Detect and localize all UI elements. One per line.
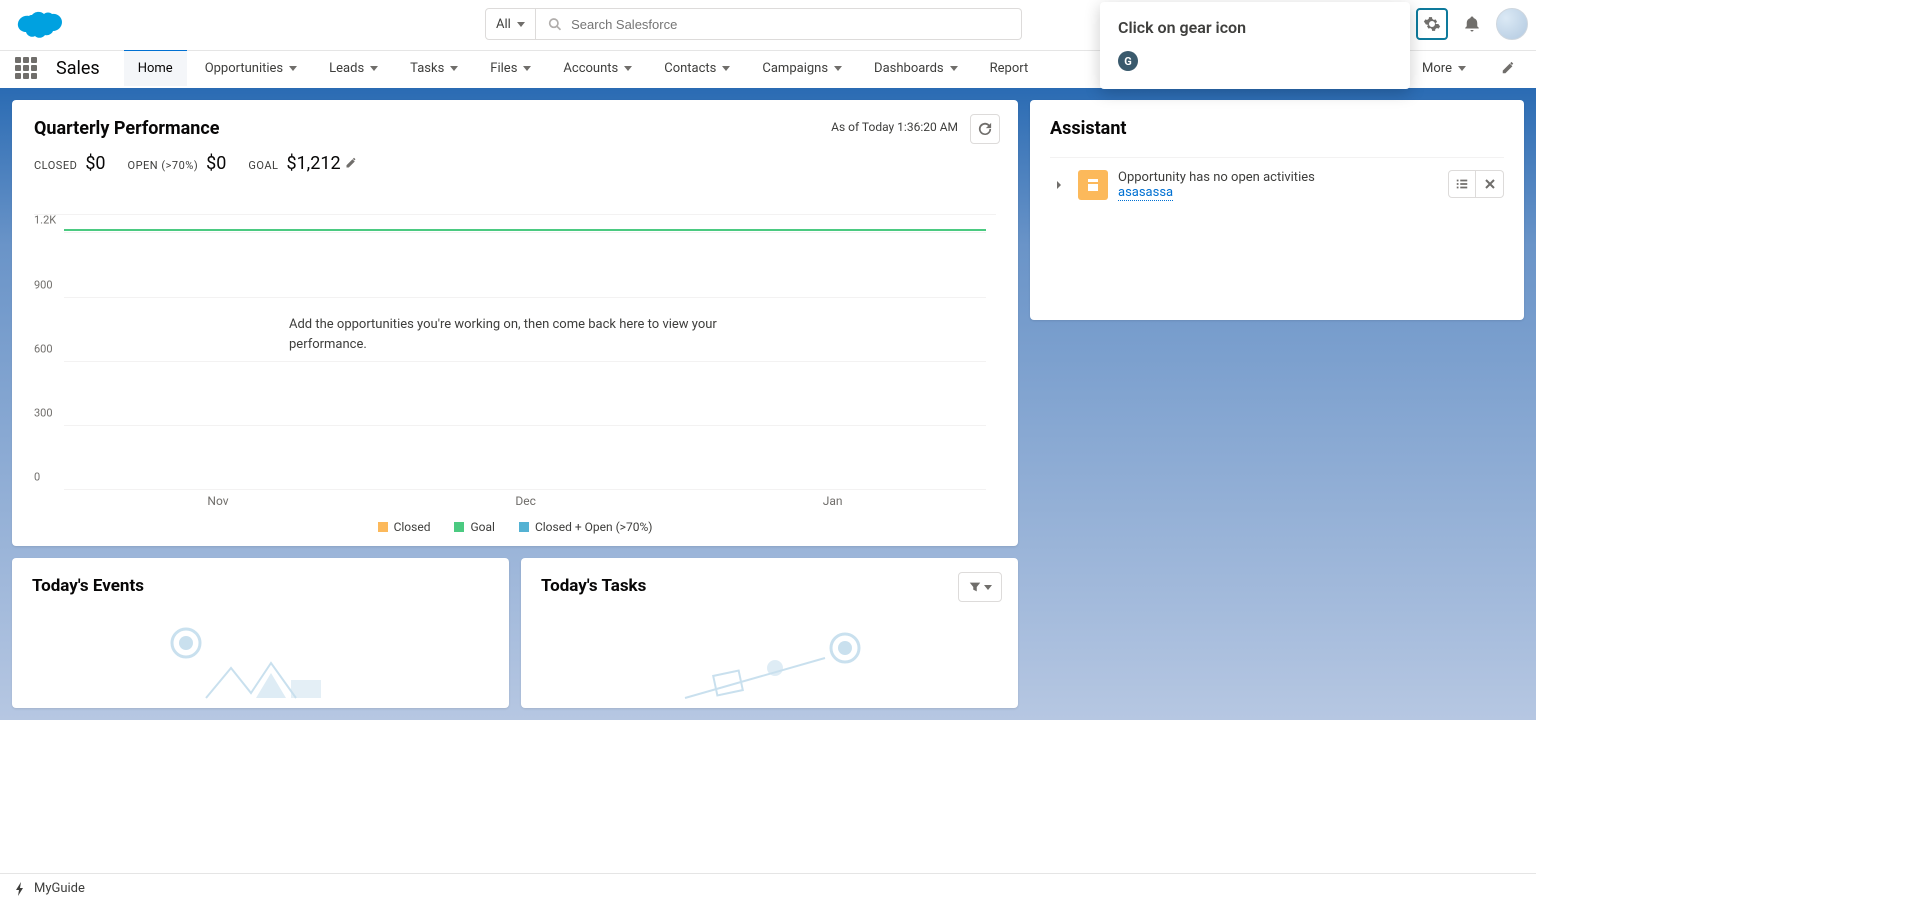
nav-more[interactable]: More <box>1408 61 1480 76</box>
assistant-item-text: Opportunity has no open activities asasa… <box>1118 170 1315 200</box>
assistant-item: Opportunity has no open activities asasa… <box>1050 157 1504 200</box>
caret-down-icon <box>834 66 842 71</box>
assistant-item-actions <box>1448 170 1504 198</box>
legend-goal: Goal <box>454 520 494 534</box>
chart-legend: Closed Goal Closed + Open (>70%) <box>34 520 996 534</box>
edit-goal-button[interactable] <box>345 157 357 169</box>
myguide-logo-icon: G <box>1118 51 1138 71</box>
row-cards: Today's Events Today's Tasks <box>12 558 1018 708</box>
caret-down-icon <box>624 66 632 71</box>
nav-contacts[interactable]: Contacts <box>650 49 744 87</box>
nav-campaigns[interactable]: Campaigns <box>748 49 856 87</box>
caret-down-icon <box>517 22 525 27</box>
new-task-button[interactable] <box>1448 170 1476 198</box>
header-utility <box>1416 8 1528 40</box>
nav-files[interactable]: Files <box>476 49 545 87</box>
nav-tasks[interactable]: Tasks <box>396 49 472 87</box>
search-input[interactable] <box>571 17 1009 32</box>
caret-down-icon <box>370 66 378 71</box>
global-search: All <box>485 8 1022 40</box>
todays-tasks-card: Today's Tasks <box>521 558 1018 708</box>
app-launcher-button[interactable] <box>12 54 40 82</box>
close-icon <box>1484 178 1496 190</box>
nav-accounts[interactable]: Accounts <box>549 49 646 87</box>
pencil-icon <box>345 157 357 169</box>
search-scope-label: All <box>496 17 511 32</box>
filter-icon <box>968 580 982 594</box>
events-illustration <box>136 618 386 708</box>
caret-down-icon <box>722 66 730 71</box>
caret-down-icon <box>289 66 297 71</box>
search-icon <box>548 17 561 31</box>
nav-home[interactable]: Home <box>124 48 187 86</box>
tasks-illustration <box>645 618 895 708</box>
performance-chart: 0 300 600 900 1.2K Add the opportunities… <box>34 214 996 514</box>
assistant-item-link[interactable]: asasassa <box>1118 185 1173 201</box>
refresh-icon <box>978 122 992 136</box>
card-title: Today's Tasks <box>541 576 998 596</box>
card-title: Today's Events <box>32 576 489 596</box>
metric-open: OPEN (>70%) $0 <box>128 153 227 174</box>
caret-down-icon <box>450 66 458 71</box>
notifications-button[interactable] <box>1456 8 1488 40</box>
nav-leads[interactable]: Leads <box>315 49 392 87</box>
swatch-icon <box>519 522 529 532</box>
as-of-timestamp: As of Today 1:36:20 AM <box>831 120 958 134</box>
search-scope-dropdown[interactable]: All <box>485 8 536 40</box>
assistant-card: Assistant Opportunity has no open activi… <box>1030 100 1524 320</box>
edit-nav-button[interactable] <box>1492 52 1524 84</box>
setup-gear-button[interactable] <box>1416 8 1448 40</box>
swatch-icon <box>378 522 388 532</box>
tooltip-title: Click on gear icon <box>1118 18 1392 37</box>
legend-closed: Closed <box>378 520 431 534</box>
task-filter-button[interactable] <box>958 572 1002 602</box>
quarterly-performance-card: Quarterly Performance As of Today 1:36:2… <box>12 100 1018 546</box>
salesforce-logo <box>12 7 64 43</box>
guide-tooltip: Click on gear icon G <box>1100 2 1410 89</box>
legend-closed-open: Closed + Open (>70%) <box>519 520 652 534</box>
caret-down-icon <box>984 585 992 590</box>
utility-bar: MyGuide <box>0 873 1536 903</box>
search-box <box>536 8 1022 40</box>
caret-down-icon <box>523 66 531 71</box>
nav-reports[interactable]: Report <box>976 49 1043 87</box>
refresh-button[interactable] <box>970 114 1000 144</box>
left-column: Quarterly Performance As of Today 1:36:2… <box>12 100 1018 708</box>
nav-dashboards[interactable]: Dashboards <box>860 49 972 87</box>
metric-closed: CLOSED $0 <box>34 153 106 174</box>
chart-empty-hint: Add the opportunities you're working on,… <box>289 315 759 354</box>
app-name: Sales <box>56 58 100 79</box>
right-column: Assistant Opportunity has no open activi… <box>1030 100 1524 708</box>
caret-down-icon <box>1458 66 1466 71</box>
card-title: Assistant <box>1050 118 1504 139</box>
x-axis-labels: Nov Dec Jan <box>64 494 986 508</box>
metric-goal: GOAL $1,212 <box>248 153 356 174</box>
caret-down-icon <box>950 66 958 71</box>
bell-icon <box>1463 15 1481 33</box>
page-canvas: Quarterly Performance As of Today 1:36:2… <box>0 88 1536 720</box>
expand-item-button[interactable] <box>1050 176 1068 194</box>
user-avatar[interactable] <box>1496 8 1528 40</box>
lightning-icon <box>14 882 26 896</box>
checklist-icon <box>1455 177 1469 191</box>
metrics-row: CLOSED $0 OPEN (>70%) $0 GOAL $1,212 <box>34 153 996 174</box>
opportunity-icon <box>1078 170 1108 200</box>
todays-events-card: Today's Events <box>12 558 509 708</box>
nav-opportunities[interactable]: Opportunities <box>191 49 311 87</box>
chevron-right-icon <box>1054 180 1064 190</box>
pencil-icon <box>1501 61 1515 75</box>
swatch-icon <box>454 522 464 532</box>
utility-bar-label[interactable]: MyGuide <box>34 881 85 896</box>
gear-icon <box>1423 15 1441 33</box>
dismiss-button[interactable] <box>1476 170 1504 198</box>
goal-line <box>64 229 986 231</box>
